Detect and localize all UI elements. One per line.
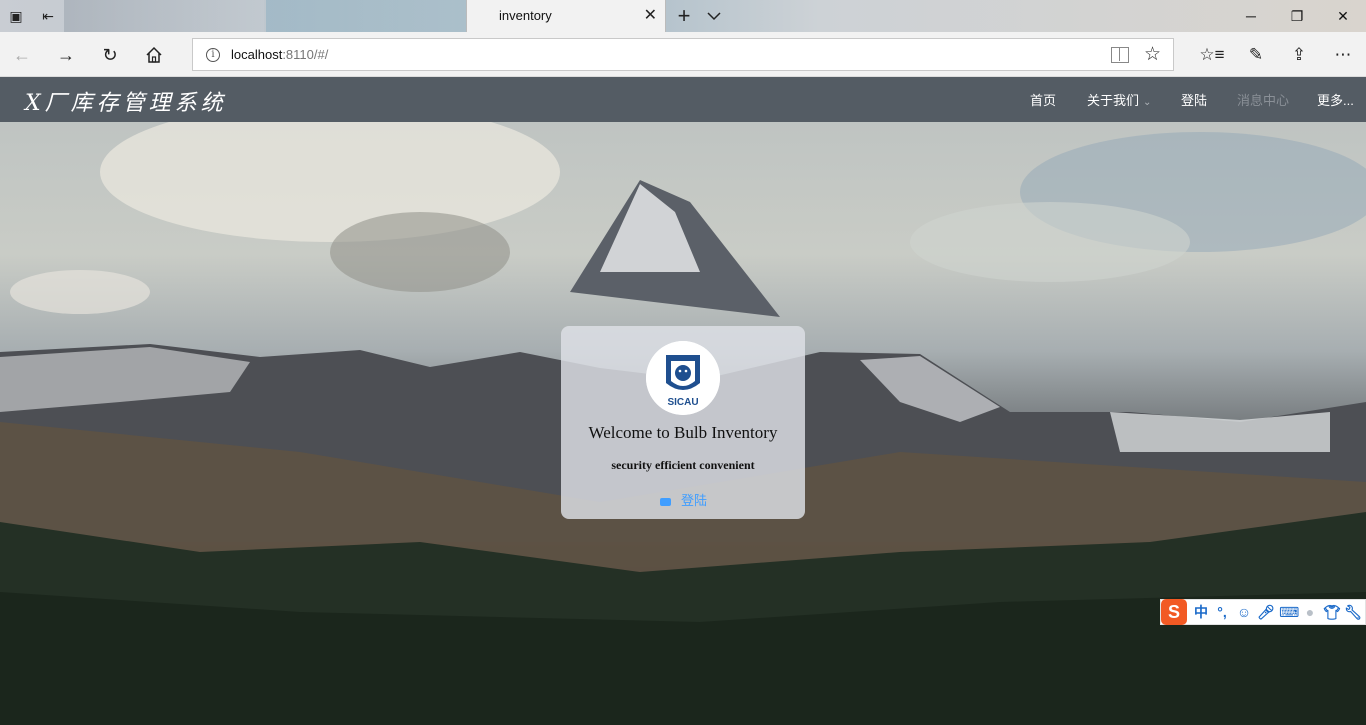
logo-text: SICAU [667, 397, 698, 408]
new-tab-icon[interactable]: + [672, 3, 696, 29]
url-path: :8110/#/ [282, 47, 329, 62]
browser-tab-strip: ▣ ⇤ inventory ✕ + ─ ❐ ✕ [0, 0, 1366, 32]
close-window-icon[interactable]: ✕ [1320, 0, 1366, 32]
welcome-title: Welcome to Bulb Inventory [588, 423, 778, 442]
user-profile-icon[interactable]: ● [1301, 603, 1319, 621]
menu-login[interactable]: 登陆 [1181, 90, 1207, 109]
emoji-icon[interactable]: ☺ [1235, 603, 1253, 621]
set-tabs-aside-icon[interactable]: ⇤ [38, 6, 58, 26]
refresh-icon[interactable]: ↻ [97, 42, 123, 68]
share-icon[interactable]: ⇪ [1286, 42, 1312, 68]
skin-shirt-icon[interactable]: 👕︎ [1323, 603, 1341, 621]
welcome-subtitle: security efficient convenient [611, 458, 755, 472]
menu-about-label: 关于我们 [1087, 93, 1140, 108]
welcome-card: SICAU Welcome to Bulb Inventory security… [561, 326, 805, 519]
site-header: X厂库存管理系统 首页 关于我们 ⌄ 登陆 消息中心 更多... [0, 77, 1366, 122]
tab-actions-icon[interactable]: ▣ [6, 6, 26, 26]
chevron-down-icon[interactable] [704, 7, 724, 25]
login-label: 登陆 [681, 493, 708, 508]
favorites-list-icon[interactable]: ☆≡ [1199, 42, 1225, 68]
tab-title: inventory [499, 8, 552, 23]
minimize-icon[interactable]: ─ [1228, 0, 1274, 32]
ime-mode-toggle[interactable]: 中 [1192, 603, 1210, 621]
login-button[interactable]: 登陆 [660, 490, 707, 509]
back-icon[interactable]: ← [9, 42, 35, 68]
site-info-icon[interactable]: i [206, 48, 220, 62]
chevron-down-icon: ⌄ [1143, 97, 1152, 108]
sogou-logo-icon[interactable]: S [1161, 599, 1187, 625]
home-icon[interactable] [141, 42, 167, 68]
blurred-tab-2[interactable] [266, 0, 466, 32]
menu-about[interactable]: 关于我们 ⌄ [1087, 90, 1151, 109]
ime-punctuation-toggle[interactable]: °, [1213, 603, 1231, 621]
browser-toolbar: ← → ↻ i localhost:8110/#/ ☆ ☆≡ ✎ ⇪ ⋯ [0, 32, 1366, 77]
url-text: localhost:8110/#/ [231, 47, 328, 62]
restore-icon[interactable]: ❐ [1274, 0, 1320, 32]
close-tab-icon[interactable]: ✕ [644, 5, 657, 25]
keyboard-icon[interactable]: ⌨ [1279, 603, 1299, 621]
web-note-pen-icon[interactable]: ✎ [1243, 42, 1269, 68]
url-host: localhost [231, 47, 283, 62]
address-bar[interactable]: i localhost:8110/#/ ☆ [192, 38, 1174, 71]
more-options-icon[interactable]: ⋯ [1330, 42, 1356, 68]
user-icon [660, 497, 671, 506]
active-tab[interactable]: inventory ✕ [466, 0, 666, 32]
menu-message-center[interactable]: 消息中心 [1237, 90, 1289, 109]
site-brand[interactable]: X厂库存管理系统 [25, 85, 227, 117]
sicau-logo: SICAU [646, 341, 720, 415]
microphone-icon[interactable]: 🎤︎ [1257, 603, 1275, 621]
favorite-star-icon[interactable]: ☆ [1144, 43, 1161, 66]
menu-more[interactable]: 更多... [1317, 90, 1354, 109]
menu-home[interactable]: 首页 [1030, 90, 1056, 109]
forward-icon[interactable]: → [53, 42, 79, 68]
ime-toolbar: S 中 °, ☺ 🎤︎ ⌨ ● 👕︎ 🔧︎ [1160, 599, 1366, 625]
blurred-tab-1[interactable] [64, 0, 264, 32]
reading-view-icon[interactable] [1111, 47, 1129, 63]
settings-wrench-icon[interactable]: 🔧︎ [1344, 603, 1362, 621]
